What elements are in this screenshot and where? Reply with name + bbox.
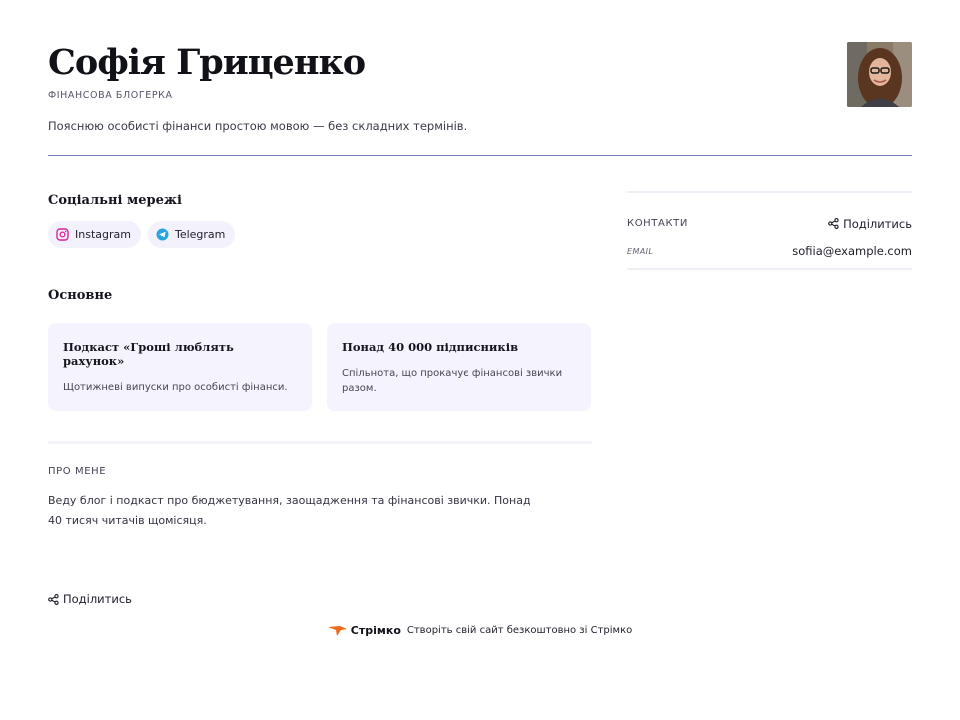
social-link-label: Instagram	[75, 228, 131, 241]
profile-name: Софія Гриценко	[48, 42, 366, 83]
social-link-label: Telegram	[174, 228, 226, 241]
basics-title: Основне	[48, 288, 113, 303]
share-button[interactable]: Поділитись	[828, 217, 912, 231]
about-text: Веду блог і подкаст про бюджетування, за…	[48, 494, 531, 527]
highlight-card: Понад 40 000 підписників Спільнота, що п…	[327, 323, 591, 411]
header-divider	[48, 155, 912, 156]
social-link-instagram[interactable]: Instagram	[48, 221, 141, 248]
about-label: ПРО МЕНЕ	[48, 466, 107, 477]
card-text: Щотижневі випуски про особисті фінанси.	[63, 382, 288, 393]
card-text: Спільнота, що прокачує фінансові звички …	[342, 368, 563, 394]
share-icon	[48, 593, 59, 605]
email-link[interactable]: sofiia@example.com	[792, 244, 912, 258]
instagram-icon	[56, 228, 69, 241]
share-icon	[828, 218, 839, 229]
email-label: EMAIL	[627, 246, 654, 256]
card-title: Подкаст «Гроші люблять рахунок»	[63, 340, 234, 368]
social-links: Instagram Telegram	[48, 221, 592, 248]
share-label: Поділитись	[63, 592, 132, 606]
footer-cta-link[interactable]: Створіть свій сайт безкоштовно зі Стрімк…	[407, 625, 632, 636]
profile-role: ФІНАНСОВА БЛОГЕРКА	[48, 90, 173, 101]
highlight-cards: Подкаст «Гроші люблять рахунок» Щотижнев…	[48, 323, 592, 411]
contacts-label: КОНТАКТИ	[627, 218, 688, 229]
profile-header: Софія Гриценко ФІНАНСОВА БЛОГЕРКА Поясню…	[48, 40, 912, 133]
avatar-photo	[847, 42, 912, 107]
share-label: Поділитись	[843, 216, 912, 231]
email-row: EMAIL sofiia@example.com	[627, 234, 912, 270]
section-divider	[48, 441, 592, 444]
avatar	[847, 42, 912, 107]
socials-title: Соціальні мережі	[48, 193, 182, 208]
telegram-icon	[156, 228, 169, 241]
profile-tagline: Пояснюю особисті фінанси простою мовою —…	[48, 119, 468, 133]
contacts-panel: КОНТАКТИ Поділитись EMAIL sofiia@example…	[627, 191, 912, 270]
footer: Стрімко Створіть свій сайт безкоштовно з…	[0, 624, 960, 637]
main-column: Соціальні мережі Instagram Telegram Осно…	[48, 193, 592, 531]
social-link-telegram[interactable]: Telegram	[147, 221, 236, 248]
card-title: Понад 40 000 підписників	[342, 340, 519, 354]
highlight-card: Подкаст «Гроші люблять рахунок» Щотижнев…	[48, 323, 312, 411]
brand-bird-icon	[327, 625, 347, 636]
share-button-bottom[interactable]: Поділитись	[48, 592, 132, 606]
brand-logo-link[interactable]: Стрімко	[327, 624, 401, 637]
brand-name: Стрімко	[350, 624, 401, 637]
